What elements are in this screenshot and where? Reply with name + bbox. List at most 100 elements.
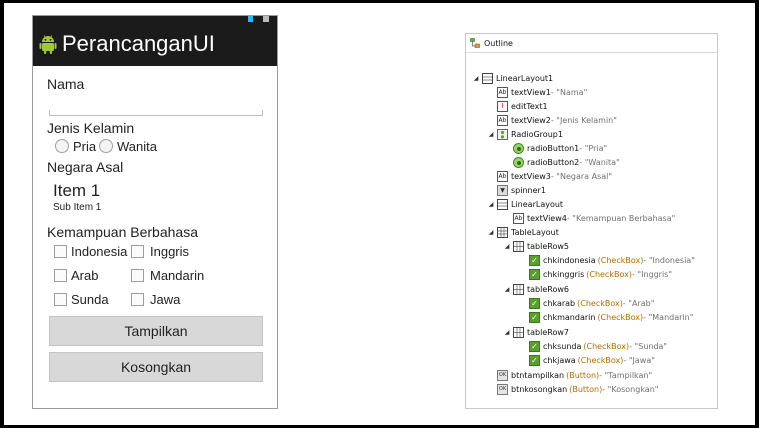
- outline-row[interactable]: radioButton2 - "Wanita": [513, 155, 620, 169]
- outline-node-detail: - "Mandarin": [643, 312, 694, 322]
- outline-node-name: LinearLayout1: [496, 73, 554, 83]
- radio-wanita[interactable]: [99, 139, 113, 153]
- checkbox-indonesia[interactable]: [54, 245, 67, 258]
- edittext-icon: I: [497, 100, 508, 112]
- outline-node-detail: - "Jenis Kelamin": [550, 115, 617, 125]
- outline-tree-icon: [470, 38, 480, 48]
- outline-row[interactable]: ◢ TableLayout: [487, 225, 559, 239]
- button-icon: OK: [497, 383, 508, 395]
- outline-row[interactable]: ▼ spinner1: [497, 183, 546, 197]
- outline-node-name: tableRow6: [527, 284, 569, 294]
- screenshot-canvas: PerancanganUI Nama Jenis Kelamin Pria Wa…: [4, 3, 755, 425]
- outline-node-name: btnkosongkan: [511, 384, 568, 394]
- app-title: PerancanganUI: [62, 31, 215, 56]
- outline-row[interactable]: Ab textView4 - "Kemampuan Berbahasa": [513, 211, 675, 225]
- outline-row[interactable]: ◢ LinearLayout: [487, 197, 563, 211]
- outline-node-name: textView4: [527, 213, 567, 223]
- checkbox-icon: ✓: [529, 297, 540, 309]
- kosongkan-button[interactable]: Kosongkan: [49, 352, 263, 382]
- outline-row[interactable]: ✓ chkinggris (CheckBox) - "Inggris": [529, 267, 672, 281]
- nama-edit-text[interactable]: [49, 110, 263, 116]
- outline-node-detail: - "Sunda": [629, 341, 668, 351]
- radio-button-icon: [513, 156, 524, 168]
- outline-node-name: spinner1: [511, 185, 546, 195]
- collapse-arrow-icon[interactable]: ◢: [487, 229, 495, 236]
- table-row-icon: [513, 326, 524, 338]
- outline-row[interactable]: OK btntampilkan (Button) - "Tampilkan": [497, 368, 652, 382]
- outline-row[interactable]: I editText1: [497, 99, 548, 113]
- linear-layout-icon: [497, 198, 508, 210]
- outline-row[interactable]: ◢ LinearLayout1: [472, 71, 553, 85]
- outline-row[interactable]: OK btnkosongkan (Button) - "Kosongkan": [497, 382, 658, 396]
- textview-icon: Ab: [497, 114, 508, 126]
- checkbox-icon: ✓: [529, 354, 540, 366]
- outline-row[interactable]: Ab textView3 - "Negara Asal": [497, 169, 612, 183]
- radio-pria[interactable]: [55, 139, 69, 153]
- outline-node-name: LinearLayout: [511, 199, 564, 209]
- collapse-arrow-icon[interactable]: ◢: [487, 131, 495, 138]
- outline-node-type: (CheckBox): [597, 255, 644, 265]
- collapse-arrow-icon[interactable]: ◢: [503, 329, 511, 336]
- checkbox-indonesia-label: Indonesia: [71, 244, 128, 259]
- checkbox-mandarin-label: Mandarin: [150, 268, 205, 283]
- outline-node-detail: - "Arab": [622, 298, 655, 308]
- collapse-arrow-icon[interactable]: ◢: [503, 243, 511, 250]
- tampilkan-button[interactable]: Tampilkan: [49, 316, 263, 346]
- radio-wanita-label: Wanita: [117, 139, 157, 154]
- outline-node-type: (CheckBox): [577, 355, 624, 365]
- linear-layout-icon: [482, 72, 493, 84]
- checkbox-sunda[interactable]: [54, 293, 67, 306]
- country-spinner[interactable]: Item 1 Sub Item 1: [51, 179, 251, 215]
- action-bar: PerancanganUI: [33, 22, 277, 66]
- outline-row[interactable]: radioButton1 - "Pria": [513, 141, 607, 155]
- collapse-arrow-icon[interactable]: ◢: [503, 286, 511, 293]
- textview-icon: Ab: [497, 170, 508, 182]
- outline-row[interactable]: ◢ RadioGroup1: [487, 127, 563, 141]
- collapse-arrow-icon[interactable]: ◢: [472, 75, 480, 82]
- spinner-subitem: Sub Item 1: [53, 202, 102, 213]
- outline-node-name: TableLayout: [511, 227, 559, 237]
- checkbox-icon: ✓: [529, 311, 540, 323]
- checkbox-arab[interactable]: [54, 269, 67, 282]
- checkbox-jawa[interactable]: [131, 293, 144, 306]
- checkbox-sunda-label: Sunda: [71, 292, 109, 307]
- radio-pria-label: Pria: [73, 139, 97, 154]
- spinner-item: Item 1: [53, 181, 101, 200]
- outline-node-name: chkjawa: [543, 355, 576, 365]
- outline-node-name: chksunda: [543, 341, 582, 351]
- outline-row[interactable]: ✓ chkindonesia (CheckBox) - "Indonesia": [529, 253, 695, 267]
- outline-node-detail: - "Negara Asal": [550, 171, 613, 181]
- outline-row[interactable]: ✓ chkmandarin (CheckBox) - "Mandarin": [529, 310, 693, 324]
- outline-node-detail: - "Tampilkan": [599, 370, 653, 380]
- checkbox-icon: ✓: [529, 254, 540, 266]
- outline-row[interactable]: ✓ chksunda (CheckBox) - "Sunda": [529, 339, 667, 353]
- checkbox-mandarin[interactable]: [131, 269, 144, 282]
- collapse-arrow-icon[interactable]: ◢: [487, 201, 495, 208]
- outline-row[interactable]: Ab textView1 - "Nama": [497, 85, 587, 99]
- outline-panel: Outline ◢ LinearLayout1 Ab textView1 - "…: [465, 33, 718, 409]
- outline-node-detail: - "Pria": [579, 143, 608, 153]
- outline-row[interactable]: ✓ chkarab (CheckBox) - "Arab": [529, 296, 654, 310]
- outline-row[interactable]: ◢ tableRow6: [503, 282, 569, 296]
- outline-node-type: (Button): [569, 384, 603, 394]
- label-nama: Nama: [47, 76, 85, 92]
- outline-row[interactable]: ◢ tableRow7: [503, 325, 569, 339]
- outline-node-detail: - "Jawa": [623, 355, 655, 365]
- outline-row[interactable]: ◢ tableRow5: [503, 239, 569, 253]
- phone-preview: PerancanganUI Nama Jenis Kelamin Pria Wa…: [32, 15, 278, 409]
- checkbox-jawa-label: Jawa: [150, 292, 181, 307]
- outline-node-name: textView1: [511, 87, 551, 97]
- outline-row[interactable]: ✓ chkjawa (CheckBox) - "Jawa": [529, 353, 655, 367]
- outline-node-type: (CheckBox): [583, 341, 630, 351]
- radio-button-icon: [513, 142, 524, 154]
- outline-node-name: chkarab: [543, 298, 576, 308]
- outline-row[interactable]: Ab textView2 - "Jenis Kelamin": [497, 113, 617, 127]
- outline-node-type: (CheckBox): [586, 269, 632, 279]
- outline-node-detail: - "Kemampuan Berbahasa": [566, 213, 676, 223]
- outline-node-name: chkinggris: [543, 269, 585, 279]
- checkbox-icon: ✓: [529, 268, 540, 280]
- outline-header: Outline: [466, 34, 717, 53]
- checkbox-inggris[interactable]: [131, 245, 144, 258]
- outline-node-detail: - "Nama": [550, 87, 588, 97]
- outline-node-name: radioButton1: [527, 143, 580, 153]
